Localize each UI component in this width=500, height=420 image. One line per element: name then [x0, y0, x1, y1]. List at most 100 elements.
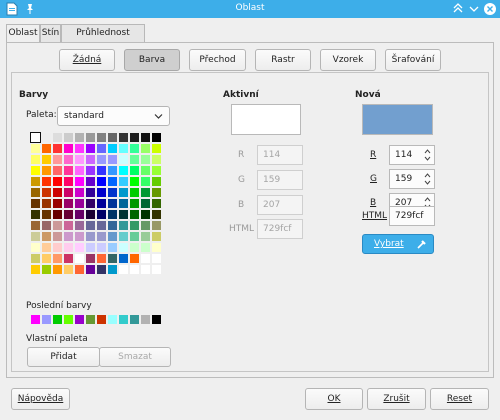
recent-color-swatch[interactable] [129, 314, 140, 325]
palette-swatch[interactable] [140, 165, 151, 176]
palette-swatch[interactable] [30, 253, 41, 264]
palette-swatch[interactable] [129, 264, 140, 275]
palette-swatch[interactable] [52, 143, 63, 154]
recent-color-swatch[interactable] [107, 314, 118, 325]
recent-color-swatch[interactable] [63, 314, 74, 325]
palette-swatch[interactable] [151, 242, 162, 253]
palette-swatch[interactable] [52, 231, 63, 242]
palette-swatch[interactable] [85, 132, 96, 143]
palette-swatch[interactable] [74, 143, 85, 154]
palette-swatch[interactable] [107, 264, 118, 275]
recent-color-swatch[interactable] [96, 314, 107, 325]
palette-swatch[interactable] [41, 253, 52, 264]
palette-swatch[interactable] [52, 242, 63, 253]
palette-swatch[interactable] [30, 198, 41, 209]
palette-swatch[interactable] [107, 242, 118, 253]
palette-swatch[interactable] [118, 143, 129, 154]
palette-swatch[interactable] [129, 154, 140, 165]
minimize-icon[interactable] [467, 2, 481, 16]
palette-swatch[interactable] [30, 242, 41, 253]
palette-swatch[interactable] [41, 187, 52, 198]
palette-swatch[interactable] [140, 253, 151, 264]
none-button[interactable]: Žádná [59, 49, 115, 71]
palette-swatch[interactable] [118, 198, 129, 209]
palette-swatch[interactable] [85, 187, 96, 198]
palette-swatch[interactable] [63, 132, 74, 143]
palette-swatch[interactable] [52, 165, 63, 176]
palette-swatch[interactable] [129, 209, 140, 220]
palette-swatch[interactable] [151, 220, 162, 231]
palette-swatch[interactable] [52, 187, 63, 198]
palette-swatch[interactable] [52, 220, 63, 231]
recent-color-swatch[interactable] [41, 314, 52, 325]
new-r-spinbox[interactable]: 114 [389, 145, 435, 165]
new-html-field[interactable]: 729fcf [389, 206, 435, 226]
palette-swatch[interactable] [129, 231, 140, 242]
help-button[interactable]: Nápověda [11, 388, 70, 410]
palette-swatch[interactable] [96, 132, 107, 143]
recent-color-swatch[interactable] [140, 314, 151, 325]
palette-swatch[interactable] [140, 176, 151, 187]
palette-swatch[interactable] [151, 132, 162, 143]
palette-swatch[interactable] [129, 176, 140, 187]
tab-shadow[interactable]: Stín [40, 24, 61, 42]
palette-swatch[interactable] [118, 231, 129, 242]
palette-swatch[interactable] [129, 253, 140, 264]
palette-swatch[interactable] [151, 209, 162, 220]
ok-button[interactable]: OK [305, 388, 363, 410]
palette-swatch[interactable] [85, 165, 96, 176]
palette-swatch[interactable] [107, 231, 118, 242]
palette-swatch[interactable] [85, 198, 96, 209]
palette-swatch[interactable] [74, 198, 85, 209]
palette-swatch[interactable] [41, 242, 52, 253]
palette-swatch[interactable] [74, 132, 85, 143]
palette-swatch[interactable] [63, 187, 74, 198]
palette-swatch[interactable] [52, 154, 63, 165]
hatch-button[interactable]: Šrafování [385, 49, 441, 71]
palette-swatch[interactable] [107, 220, 118, 231]
recent-color-swatch[interactable] [30, 314, 41, 325]
palette-swatch[interactable] [41, 165, 52, 176]
palette-swatch[interactable] [129, 143, 140, 154]
palette-swatch[interactable] [96, 176, 107, 187]
palette-swatch[interactable] [52, 264, 63, 275]
palette-swatch[interactable] [118, 132, 129, 143]
palette-swatch[interactable] [74, 176, 85, 187]
palette-swatch[interactable] [140, 209, 151, 220]
recent-color-swatch[interactable] [52, 314, 63, 325]
palette-swatch[interactable] [151, 154, 162, 165]
palette-swatch[interactable] [118, 220, 129, 231]
bitmap-button[interactable]: Rastr [255, 49, 311, 71]
recent-color-swatch[interactable] [74, 314, 85, 325]
palette-swatch[interactable] [96, 231, 107, 242]
cancel-button[interactable]: Zrušit [367, 388, 426, 410]
palette-swatch[interactable] [52, 132, 63, 143]
palette-swatch[interactable] [107, 187, 118, 198]
palette-swatch[interactable] [85, 176, 96, 187]
palette-swatch[interactable] [96, 165, 107, 176]
palette-swatch[interactable] [107, 198, 118, 209]
palette-swatch[interactable] [30, 165, 41, 176]
palette-swatch[interactable] [96, 253, 107, 264]
new-g-spinbox[interactable]: 159 [389, 169, 435, 189]
recent-color-swatch[interactable] [85, 314, 96, 325]
palette-swatch[interactable] [41, 264, 52, 275]
palette-swatch[interactable] [52, 209, 63, 220]
palette-swatch[interactable] [41, 143, 52, 154]
palette-swatch[interactable] [129, 132, 140, 143]
palette-swatch[interactable] [63, 176, 74, 187]
palette-swatch[interactable] [52, 176, 63, 187]
palette-swatch[interactable] [140, 187, 151, 198]
spin-arrows-icon[interactable] [424, 172, 431, 186]
add-color-button[interactable]: Přidat [27, 347, 100, 367]
palette-swatch[interactable] [96, 154, 107, 165]
recent-color-swatch[interactable] [118, 314, 129, 325]
palette-swatch[interactable] [85, 209, 96, 220]
gradient-button[interactable]: Přechod [189, 49, 246, 71]
palette-select[interactable]: standard [57, 106, 170, 126]
palette-swatch[interactable] [107, 165, 118, 176]
palette-swatch[interactable] [85, 154, 96, 165]
palette-swatch[interactable] [63, 253, 74, 264]
palette-swatch[interactable] [85, 220, 96, 231]
palette-swatch[interactable] [63, 231, 74, 242]
